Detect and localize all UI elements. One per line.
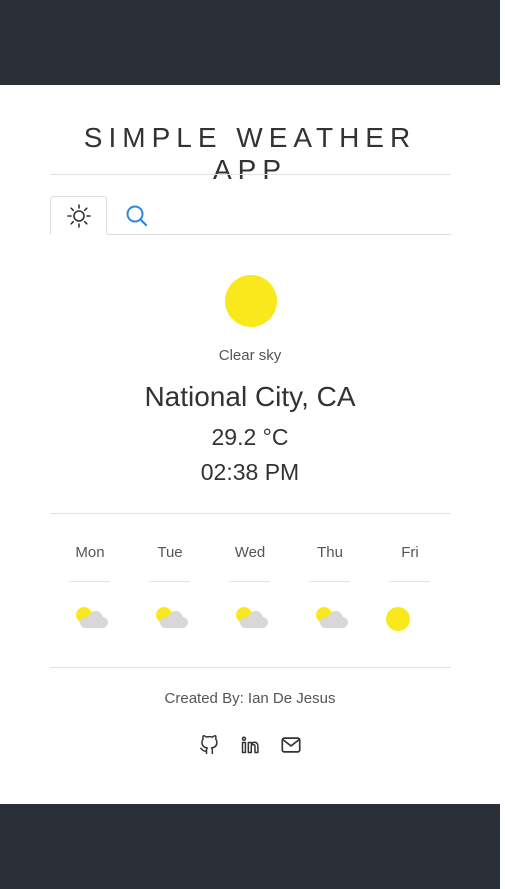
forecast-day-divider bbox=[149, 581, 190, 582]
forecast-day-divider bbox=[69, 581, 110, 582]
forecast-day-divider bbox=[309, 581, 350, 582]
linkedin-icon bbox=[240, 735, 260, 755]
bottom-bar bbox=[0, 804, 500, 889]
forecast-day: Tue bbox=[130, 535, 210, 635]
forecast-day: Mon bbox=[50, 535, 130, 635]
top-bar bbox=[0, 0, 500, 85]
weather-card: SIMPLE WEATHER APP Clear sky National Ci… bbox=[0, 85, 500, 804]
forecast-day-label: Fri bbox=[401, 544, 419, 561]
search-button[interactable] bbox=[123, 202, 151, 230]
mail-icon bbox=[280, 734, 302, 756]
search-underline bbox=[107, 234, 451, 235]
forecast-bottom-divider bbox=[50, 667, 451, 668]
linkedin-link[interactable] bbox=[239, 734, 261, 756]
forecast-day: Wed bbox=[210, 535, 290, 635]
mail-link[interactable] bbox=[280, 734, 302, 756]
partly-cloudy-icon bbox=[314, 605, 348, 633]
credits: Created By: Ian De Jesus bbox=[164, 690, 336, 707]
title-divider bbox=[50, 174, 451, 175]
sun-icon bbox=[66, 203, 92, 229]
forecast-day-divider bbox=[389, 581, 430, 582]
github-link[interactable] bbox=[198, 734, 220, 756]
forecast-day-divider bbox=[229, 581, 270, 582]
current-weather-sun-icon bbox=[225, 275, 277, 327]
search-icon bbox=[125, 204, 149, 228]
forecast-top-divider bbox=[50, 513, 451, 514]
forecast-day-label: Tue bbox=[157, 544, 183, 561]
local-time: 02:38 PM bbox=[200, 459, 300, 485]
social-links bbox=[198, 734, 302, 756]
forecast-day-label: Mon bbox=[75, 544, 105, 561]
temperature: 29.2 °C bbox=[211, 424, 289, 450]
partly-cloudy-icon bbox=[154, 605, 188, 633]
forecast-day-label: Thu bbox=[317, 544, 343, 561]
forecast-day: Fri bbox=[370, 535, 450, 635]
partly-cloudy-icon bbox=[74, 605, 108, 633]
forecast-list: Mon Tue Wed Thu Fri bbox=[50, 535, 450, 635]
weather-condition: Clear sky bbox=[218, 347, 282, 364]
theme-toggle-button[interactable] bbox=[50, 196, 107, 235]
github-icon bbox=[199, 735, 219, 755]
city-name: National City, CA bbox=[144, 381, 356, 412]
app-title: SIMPLE WEATHER APP bbox=[83, 122, 417, 185]
forecast-day-label: Wed bbox=[234, 544, 266, 561]
forecast-day: Thu bbox=[290, 535, 370, 635]
partly-cloudy-icon bbox=[234, 605, 268, 633]
sun-icon bbox=[386, 607, 410, 631]
search-input[interactable] bbox=[156, 201, 450, 233]
